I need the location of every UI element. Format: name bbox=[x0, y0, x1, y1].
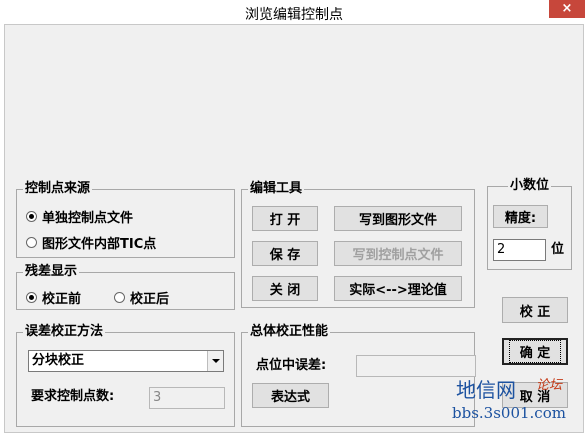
radio-unchecked-icon bbox=[26, 236, 37, 248]
radio-single-file-label: 单独控制点文件 bbox=[42, 210, 134, 226]
edit-tools-title: 编辑工具 bbox=[248, 181, 305, 197]
title-bar[interactable]: 浏览编辑控制点 × bbox=[0, 0, 588, 24]
control-source-title: 控制点来源 bbox=[23, 181, 93, 197]
watermark: 地信网 论坛 bbs.3s001.com bbox=[452, 374, 584, 432]
window-title: 浏览编辑控制点 bbox=[245, 7, 343, 23]
watermark-url: bbs.3s001.com bbox=[452, 404, 566, 422]
precision-button[interactable]: 精度: bbox=[493, 205, 548, 228]
overall-performance-title: 总体校正性能 bbox=[248, 324, 331, 340]
radio-after-correction[interactable]: 校正后 bbox=[114, 289, 170, 307]
radio-checked-icon bbox=[26, 210, 37, 222]
open-button[interactable]: 打 开 bbox=[252, 206, 318, 231]
dialog-window: 浏览编辑控制点 × 控制点来源 单独控制点文件 图形文件内部TIC点 残差显示 … bbox=[0, 0, 588, 435]
residual-title: 残差显示 bbox=[23, 264, 80, 280]
ok-button-label: 确 定 bbox=[508, 340, 562, 363]
control-source-group: 控制点来源 单独控制点文件 图形文件内部TIC点 bbox=[16, 181, 235, 258]
radio-internal-tic[interactable]: 图形文件内部TIC点 bbox=[26, 234, 157, 252]
radio-single-file[interactable]: 单独控制点文件 bbox=[26, 208, 134, 226]
position-error-label: 点位中误差: bbox=[256, 358, 327, 373]
write-graphic-file-button[interactable]: 写到图形文件 bbox=[334, 206, 462, 231]
required-points-input[interactable]: 3 bbox=[149, 387, 225, 409]
ok-button[interactable]: 确 定 bbox=[502, 338, 568, 365]
radio-before-correction[interactable]: 校正前 bbox=[26, 289, 82, 307]
required-points-label: 要求控制点数: bbox=[31, 389, 115, 404]
decimal-title: 小数位 bbox=[508, 178, 552, 194]
close-icon: × bbox=[561, 1, 573, 16]
correction-method-title: 误差校正方法 bbox=[23, 324, 106, 340]
edit-tools-group: 编辑工具 打 开 写到图形文件 保 存 写到控制点文件 关 闭 实际<-->理论… bbox=[241, 181, 475, 308]
actual-theory-toggle-button[interactable]: 实际<-->理论值 bbox=[334, 276, 462, 301]
precision-unit: 位 bbox=[551, 242, 565, 257]
radio-after-label: 校正后 bbox=[130, 291, 170, 307]
radio-checked-icon bbox=[26, 291, 37, 303]
expression-button[interactable]: 表达式 bbox=[252, 383, 329, 408]
radio-unchecked-icon bbox=[114, 291, 125, 303]
watermark-script: 论坛 bbox=[536, 378, 563, 393]
residual-group: 残差显示 校正前 校正后 bbox=[16, 264, 235, 310]
watermark-brand: 地信网 bbox=[456, 378, 516, 402]
dialog-client-area: 控制点来源 单独控制点文件 图形文件内部TIC点 残差显示 校正前 校正后 编辑… bbox=[4, 24, 584, 433]
close-window-button[interactable]: × bbox=[549, 0, 585, 18]
correction-method-value: 分块校正 bbox=[32, 353, 85, 368]
correction-method-group: 误差校正方法 分块校正 要求控制点数: 3 bbox=[16, 324, 235, 427]
precision-input[interactable]: 2 bbox=[493, 239, 546, 261]
preview-area bbox=[5, 25, 583, 175]
correct-button[interactable]: 校 正 bbox=[502, 297, 568, 323]
radio-before-label: 校正前 bbox=[42, 291, 82, 307]
chevron-down-icon[interactable] bbox=[207, 351, 223, 371]
overall-performance-group: 总体校正性能 点位中误差: 表达式 bbox=[241, 324, 476, 427]
write-control-file-button[interactable]: 写到控制点文件 bbox=[334, 241, 462, 266]
save-button[interactable]: 保 存 bbox=[252, 241, 318, 266]
decimal-group: 小数位 精度: 2 位 bbox=[487, 178, 572, 270]
close-button[interactable]: 关 闭 bbox=[252, 276, 318, 301]
radio-internal-tic-label: 图形文件内部TIC点 bbox=[42, 236, 157, 252]
correction-method-select[interactable]: 分块校正 bbox=[28, 350, 224, 372]
